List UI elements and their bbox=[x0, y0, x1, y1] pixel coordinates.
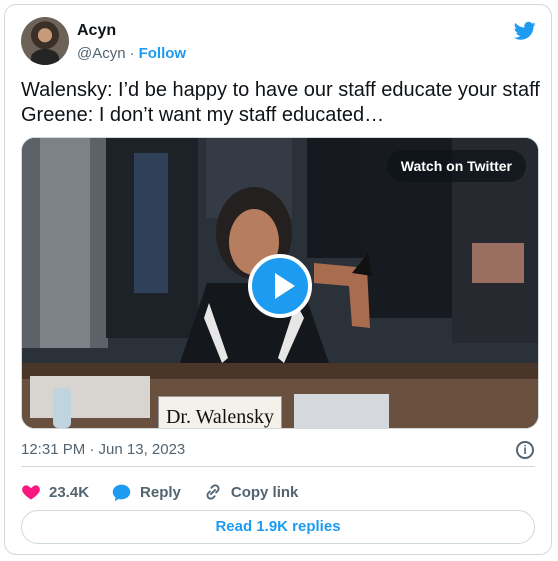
twitter-bird-icon[interactable] bbox=[513, 20, 537, 42]
copy-link-label: Copy link bbox=[230, 483, 299, 501]
play-icon[interactable] bbox=[248, 254, 312, 318]
divider bbox=[21, 466, 535, 467]
tweet-card: Acyn @Acyn · Follow Walensky: I’d be happy… bbox=[4, 4, 552, 555]
heart-icon bbox=[22, 485, 40, 500]
nameplate-text: Dr. Walensky bbox=[158, 396, 282, 428]
author-avatar[interactable] bbox=[21, 17, 69, 65]
author-handle[interactable]: @Acyn bbox=[77, 45, 126, 62]
tweet-timestamp[interactable]: 12:31 PM · Jun 13, 2023 bbox=[21, 441, 185, 458]
like-button[interactable]: 23.4K bbox=[21, 482, 89, 502]
like-count: 23.4K bbox=[49, 483, 90, 501]
separator-dot: · bbox=[129, 45, 135, 62]
author-handle-row: @Acyn · Follow bbox=[77, 45, 186, 62]
tweet-text: Walensky: I’d be happy to have our staff… bbox=[21, 79, 540, 126]
reply-label: Reply bbox=[140, 483, 181, 501]
tweet-actions: 23.4K Reply Copy link bbox=[21, 479, 320, 505]
link-icon bbox=[206, 484, 220, 500]
author-name[interactable]: Acyn bbox=[77, 22, 116, 40]
read-replies-button[interactable]: Read 1.9K replies bbox=[21, 510, 535, 544]
watch-on-twitter-button[interactable]: Watch on Twitter bbox=[386, 150, 526, 182]
reply-bubble-icon bbox=[112, 484, 131, 501]
reply-button[interactable]: Reply bbox=[111, 482, 181, 503]
info-icon[interactable]: i bbox=[516, 441, 534, 459]
tweet-video[interactable]: Dr. Walensky Watch on Twitter bbox=[21, 137, 539, 429]
copy-link-button[interactable]: Copy link bbox=[203, 482, 299, 502]
follow-button[interactable]: Follow bbox=[139, 45, 187, 62]
